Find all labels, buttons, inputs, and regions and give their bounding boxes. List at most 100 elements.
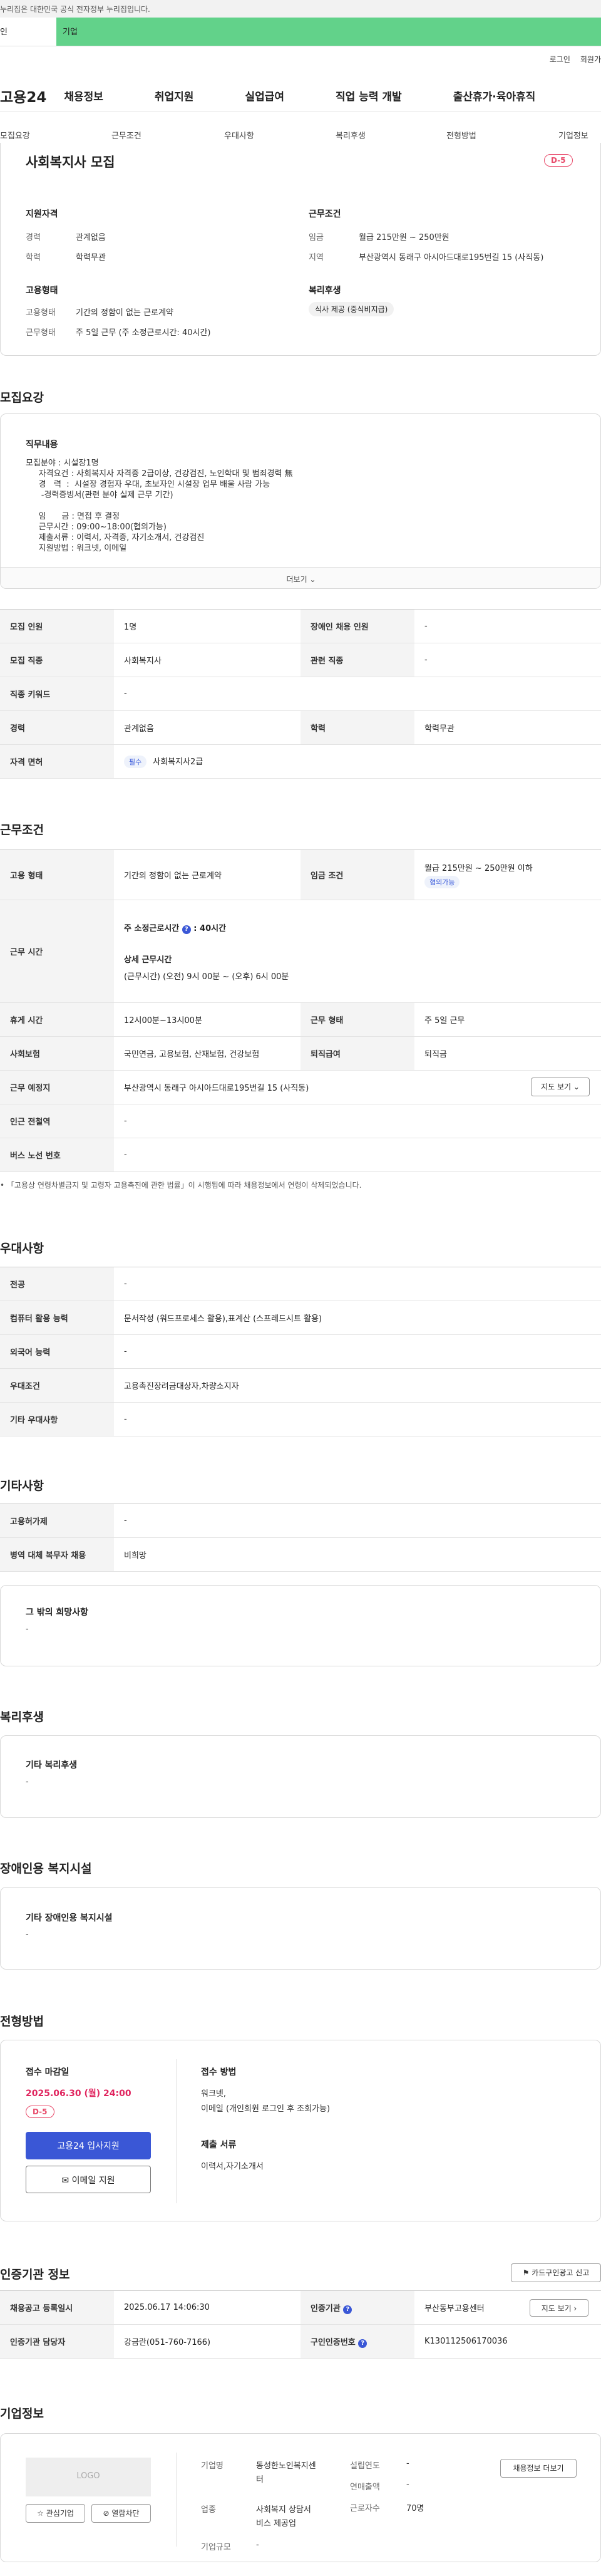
star-icon: ☆ [37,2509,44,2518]
info-icon[interactable]: ? [358,2339,367,2348]
cell: 학력무관 [414,710,601,745]
cell-h: 모집 직종 [0,643,114,677]
cell-h: 외국어 능력 [0,1334,114,1369]
cert-map-button[interactable]: 지도 보기 › [530,2299,588,2317]
benefit-value: - [26,1777,29,1787]
snb-recruit[interactable]: 모집요강 [0,129,30,141]
method-value-1: 워크넷, [201,2089,227,2099]
favorite-company-button[interactable]: ☆ 관심기업 [26,2504,85,2523]
login-link[interactable]: 로그인 [550,55,570,64]
deadline-title: 접수 마감일 [26,2067,69,2077]
cell-h: 기타 우대사항 [0,1402,114,1436]
docs-value: 이력서,자기소개서 [201,2162,264,2171]
conditions-table: 고용 형태 기간의 정함이 없는 근로계약 임금 조건 월급 215만원 ~ 250만… [0,849,601,1172]
prefer-section-title: 우대사항 [0,1242,44,1255]
tab-personal[interactable]: 인 [0,18,56,46]
recruit-section-title: 모집요강 [0,391,44,405]
facility-value: - [26,1930,29,1940]
license-value: 사회복지사2급 [153,757,203,767]
worktype-value: 주 5일 근무 (주 소정근로시간: 40시간) [76,328,211,338]
process-dday-badge: D-5 [26,2106,54,2118]
info-icon[interactable]: ? [343,2305,352,2314]
snb-benefit[interactable]: 복리후생 [336,129,366,141]
deadline-value: 2025.06.30 (월) 24:00 [26,2089,131,2099]
site-logo[interactable]: 고용24 [0,85,46,106]
cell-h: 사회보험 [0,1036,114,1071]
tab-company[interactable]: 기업 [56,18,601,46]
company-name-value: 동성한노인복지센 [256,2461,316,2471]
loc-label: 지역 [309,253,324,262]
size-label: 기업규모 [201,2543,231,2552]
method-value-2: 이메일 (개인회원 로그인 후 조회가능) [201,2104,331,2114]
block-view-button[interactable]: ⊘ 열람차단 [91,2504,151,2523]
more-button[interactable]: 더보기 ⌄ [1,567,600,588]
prefer-table: 전공 - 컴퓨터 활용 능력 문서작성 (워드프로세스 활용),표계산 (스프레드시… [0,1267,601,1436]
snb-prefer[interactable]: 우대사항 [224,129,254,141]
signup-link[interactable]: 회원가 [580,55,601,64]
info-icon[interactable]: ? [182,925,191,934]
worktype-label: 근무형태 [26,328,56,338]
size-value: - [256,2540,259,2550]
cell: 기간의 정함이 없는 근로계약 [114,849,300,900]
dday-badge: D-5 [544,154,573,167]
cell: 관계없음 [114,710,300,745]
detail-label: 상세 근무시간 [124,955,172,965]
cell: 부산광역시 동래구 아시아드대로195번길 15 (사직동) [114,1070,601,1104]
method-title: 접수 방법 [201,2067,237,2077]
age-note: • 「고용상 연령차별금지 및 고령자 고용촉진에 관한 법률」이 시행됨에 따… [0,1181,362,1190]
etc-section-title: 기타사항 [0,1479,44,1493]
cell: - [114,1138,601,1172]
job-desc-title: 직무내용 [26,440,58,450]
cell: - [114,1504,601,1538]
cell: - [114,1267,601,1301]
cell: 1명 [114,609,300,643]
cell: 2025.06.17 14:06:30 [114,2290,300,2325]
nav-leave[interactable]: 출산휴가·육아휴직 [453,88,536,103]
gov-bar: 누리집은 대한민국 공식 전자정부 누리집입니다. [0,0,601,18]
negotiable-pill: 협의가능 [424,876,460,888]
founded-value: - [406,2459,409,2468]
cell: 주 소정근로시간 ? : 40시간 상세 근무시간 (근무시간) (오전) 9시 0… [114,900,601,1003]
process-card: 접수 마감일 2025.06.30 (월) 24:00 D-5 고용24 입사지… [0,2040,601,2221]
more-jobs-button[interactable]: 채용정보 더보기 [500,2459,577,2478]
benefit-title: 기타 복리후생 [26,1760,78,1770]
email-apply-button[interactable]: ✉ 이메일 지원 [26,2166,151,2193]
cell-h: 모집 인원 [0,609,114,643]
sales-value: - [406,2480,409,2490]
nav-training[interactable]: 직업 능력 개발 [336,88,402,103]
snb-conditions[interactable]: 근무조건 [111,129,141,141]
map-view-button[interactable]: 지도 보기 ⌄ [531,1078,590,1096]
career-value: 관계없음 [76,233,106,242]
cell-h: 버스 노선 번호 [0,1138,114,1172]
cell-h: 인증기관 담당자 [0,2324,114,2359]
card-report-button[interactable]: ⚑ 카드구인광고 신고 [511,2263,601,2282]
nav-employment-support[interactable]: 취업지원 [155,88,194,103]
cell: 사회복지사 [114,643,300,677]
cell-h: 직종 키워드 [0,677,114,711]
cell: 고용촉진장려금대상자,차량소지자 [114,1368,601,1403]
company-name-label: 기업명 [201,2461,223,2471]
apply-button[interactable]: 고용24 입사지원 [26,2132,151,2159]
facility-section-title: 장애인용 복지시설 [0,1862,92,1876]
nav-unemployment[interactable]: 실업급여 [245,88,284,103]
mail-icon: ✉ [61,2176,69,2186]
cell: 국민연금, 고용보험, 산재보험, 건강보험 [114,1036,300,1071]
chevron-down-icon: ⌄ [573,1083,580,1091]
user-type-tabs: 인 기업 [0,18,601,46]
cell-h: 근무 시간 [0,900,114,1003]
cell: - [414,609,601,643]
cell: 문서작성 (워드프로세스 활용),표계산 (스프레드시트 활용) [114,1301,601,1335]
cell: - [114,1334,601,1369]
nav-jobs[interactable]: 채용정보 [64,88,103,103]
snb-process[interactable]: 전형방법 [446,129,476,141]
age-note-text: 「고용상 연령차별금지 및 고령자 고용촉진에 관한 법률」이 시행됨에 따라 … [6,1181,362,1190]
docs-title: 제출 서류 [201,2140,237,2150]
cell: 월급 215만원 ~ 250만원 이하 협의가능 [414,849,601,900]
job-title: 사회복지사 모집 [26,155,115,170]
cell-h: 우대조건 [0,1368,114,1403]
cell-h: 고용 형태 [0,849,114,900]
founded-label: 설립연도 [350,2461,380,2471]
edu-value: 학력무관 [76,253,106,262]
snb-company[interactable]: 기업정보 [558,129,588,141]
emptype-label: 고용형태 [26,308,56,318]
